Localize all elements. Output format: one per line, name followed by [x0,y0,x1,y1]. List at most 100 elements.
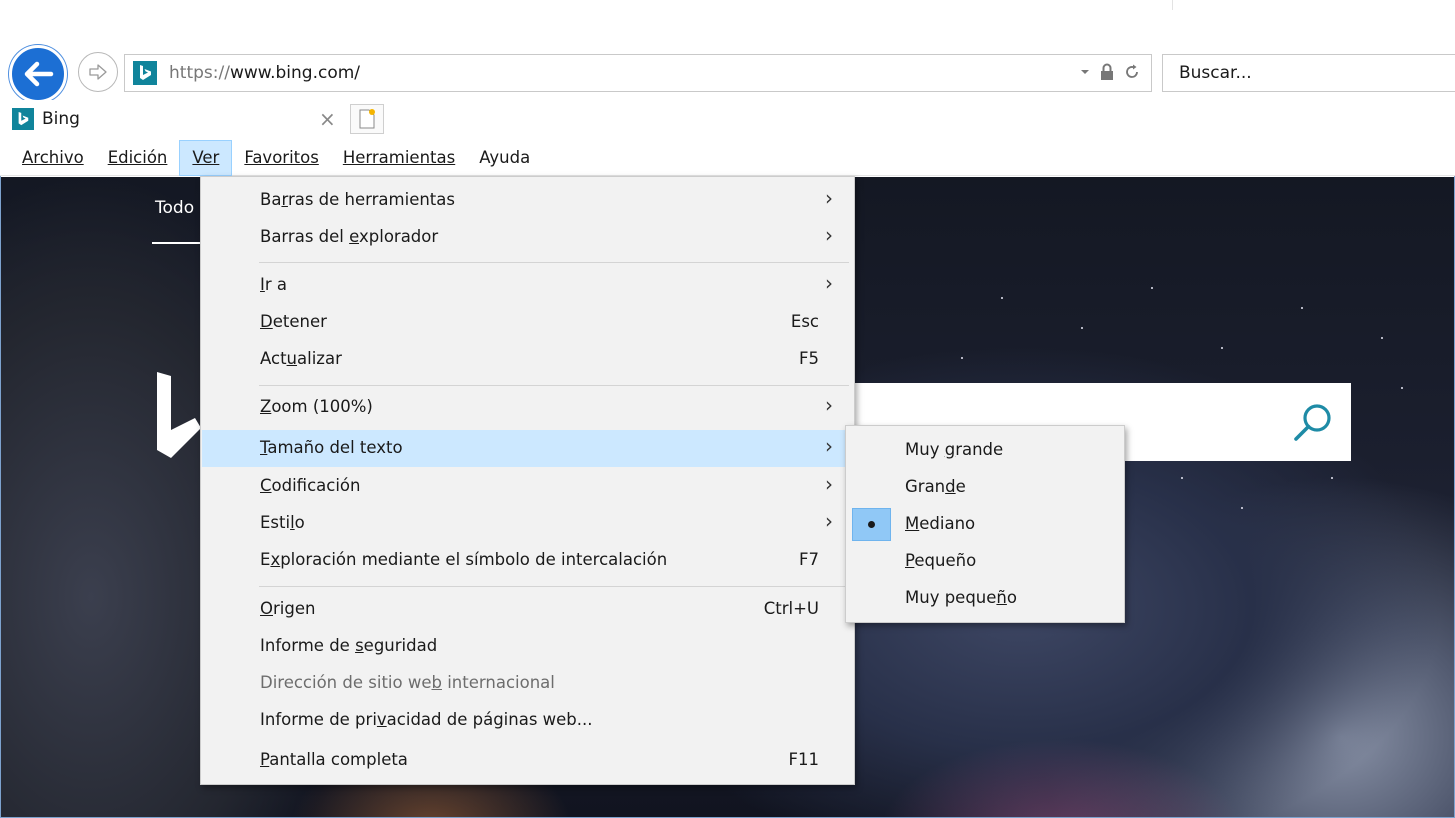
label-text: antalla completa [269,750,408,769]
menu-item-label: Mediano [905,514,975,533]
view-menu-item[interactable]: Barras del explorador › [202,219,853,256]
chevron-right-icon: › [825,393,833,417]
text-size-option[interactable]: Grande [847,469,1123,506]
menu-shortcut: F5 [799,349,819,368]
view-menu-item[interactable]: Detener Esc [202,304,853,341]
menu-separator [259,262,849,263]
label-text: e [955,477,966,496]
divider [1172,0,1173,10]
address-bar[interactable]: https://www.bing.com/ [124,54,1152,92]
label-accelerator: D [260,312,273,331]
view-menu-item[interactable]: Pantalla completa F11 [202,742,853,779]
menu-herramientas[interactable]: Herramientas [331,140,467,176]
chevron-right-icon: › [825,186,833,210]
label-text: alizar [297,349,342,368]
menu-ver[interactable]: Ver [179,139,233,176]
view-menu-item[interactable]: Tamaño del texto › [202,430,853,467]
menu-archivo[interactable]: Archivo [10,140,96,176]
label-text: o [294,513,305,532]
tab-title: Bing [42,109,80,129]
search-input[interactable] [1163,55,1455,91]
menu-item-label: Zoom (100%) [260,397,373,416]
search-icon[interactable] [1291,401,1335,445]
arrow-left-icon [24,61,54,87]
view-menu-item[interactable]: Origen Ctrl+U [202,591,853,628]
label-accelerator: s [355,636,364,655]
menu-shortcut: Esc [790,312,819,331]
label-accelerator: v [376,710,387,729]
menu-label: Ver [192,147,220,167]
menu-label: Archivo [22,147,84,167]
view-menu-dropdown: Barras de herramientas › Barras del explor… [200,176,855,785]
text-size-option[interactable]: Muy pequeño [847,580,1123,617]
new-tab-icon [359,109,375,129]
bing-favicon-icon [133,61,157,85]
label-accelerator: Z [260,397,272,416]
label-accelerator: u [286,349,298,368]
page-tab-underline [152,242,202,244]
view-menu-item[interactable]: Barras de herramientas › [202,182,853,219]
label-accelerator: O [260,599,273,618]
menu-item-label: Barras de herramientas [260,190,455,209]
text-size-option[interactable]: Mediano [847,506,1123,543]
menu-item-label: Dirección de sitio web internacional [260,673,555,692]
forward-button[interactable] [78,52,118,92]
label-text: etener [272,312,327,331]
address-bar-actions [1079,62,1141,82]
menu-separator [259,586,849,587]
menu-item-label: Tamaño del texto [260,438,403,457]
view-menu-item[interactable]: Ir a › [202,267,853,304]
menu-item-label: Pantalla completa [260,750,408,769]
label-text: ras de herramientas [287,190,455,209]
view-menu-item[interactable]: Informe de privacidad de páginas web... [202,702,853,739]
label-accelerator: M [905,514,920,533]
new-tab-button[interactable] [350,104,384,134]
dropdown-arrow-icon[interactable] [1079,67,1091,77]
arrow-right-icon [89,64,107,80]
label-text: Informe de [260,636,356,655]
menu-item-label: Origen [260,599,315,618]
menu-ayuda[interactable]: Ayuda [467,140,542,176]
back-button[interactable] [9,45,67,103]
label-text: E [260,550,271,569]
menu-edicion[interactable]: Edición [96,140,180,176]
menu-item-label: Ir a [260,275,287,294]
view-menu-item[interactable]: Estilo › [202,505,853,542]
menu-item-label: Muy grande [905,440,1003,459]
lock-icon[interactable] [1099,62,1115,82]
label-text: rigen [273,599,316,618]
text-size-submenu: Muy grande Grande Mediano Pequeño Muy pequeñ… [845,425,1125,623]
chevron-right-icon: › [825,509,833,533]
url-text[interactable]: https://www.bing.com/ [169,63,360,83]
label-text: odificación [271,476,361,495]
label-accelerator: P [260,750,270,769]
label-accelerator: C [260,476,272,495]
tab-bing[interactable]: Bing × [6,104,346,136]
menu-item-label: Barras del explorador [260,227,438,246]
menu-item-label: Informe de seguridad [260,636,437,655]
menu-item-label: Informe de privacidad de páginas web... [260,710,593,729]
label-text: amaño del texto [267,438,403,457]
view-menu-item[interactable]: Codificación › [202,468,853,505]
label-text: equeño [914,551,977,570]
label-text: Barras del [260,227,350,246]
label-accelerator: g [944,440,956,459]
close-tab-icon[interactable]: × [319,107,336,131]
text-size-option[interactable]: Muy grande [847,432,1123,469]
menu-favoritos[interactable]: Favoritos [232,140,330,176]
text-size-option[interactable]: Pequeño [847,543,1123,580]
label-text: Muy peque [905,588,997,607]
label-text: Informe de pri [260,710,377,729]
label-text: xplorador [359,227,439,246]
view-menu-item[interactable]: Exploración mediante el símbolo de inter… [202,542,853,579]
refresh-icon[interactable] [1123,63,1141,81]
label-text: Esti [260,513,291,532]
menu-item-label: Estilo [260,513,305,532]
view-menu-item[interactable]: Informe de seguridad [202,628,853,665]
view-menu-item[interactable]: Zoom (100%) › [202,389,853,426]
page-tab-todo[interactable]: Todo [155,198,194,218]
view-menu-item[interactable]: Actualizar F5 [202,341,853,378]
search-box[interactable] [1162,54,1455,92]
menu-item-label: Detener [260,312,327,331]
view-menu-item: Dirección de sitio web internacional [202,665,853,702]
